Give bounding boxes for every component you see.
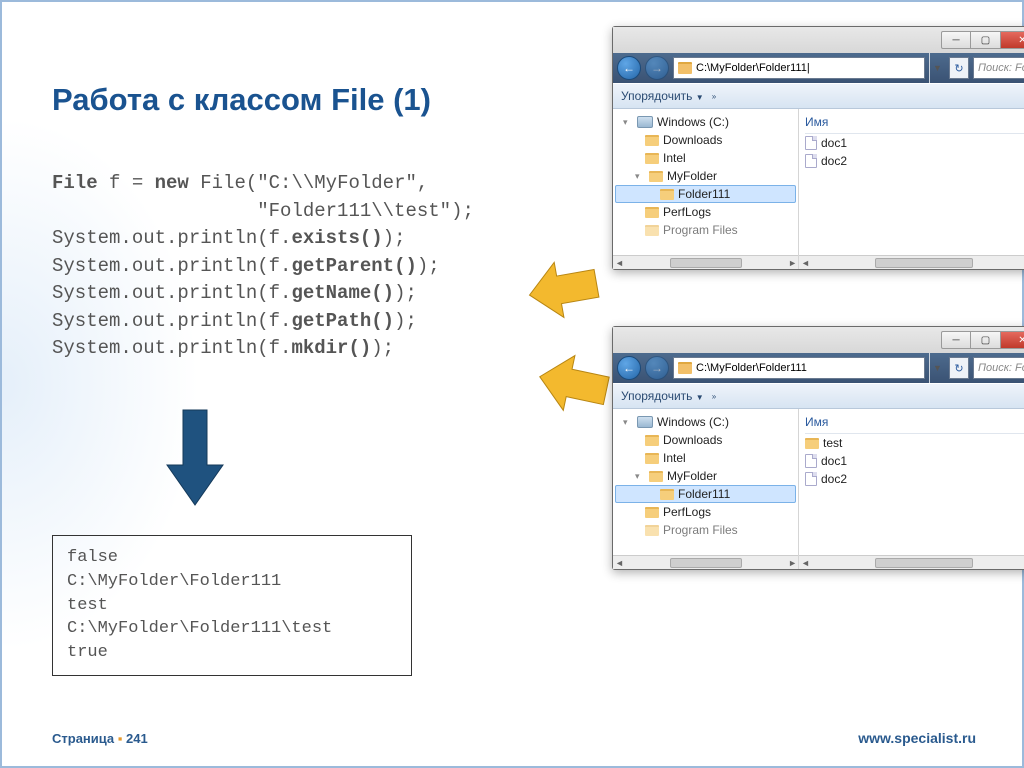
tree-item[interactable]: PerfLogs: [615, 203, 796, 221]
window-titlebar: ─ ▢ ✕: [613, 27, 1024, 53]
tree-item[interactable]: Program Files: [615, 221, 796, 239]
tree-item[interactable]: ▾MyFolder: [615, 467, 796, 485]
folder-icon: [660, 489, 674, 500]
tree-item-selected[interactable]: Folder111: [615, 485, 796, 503]
search-field[interactable]: Поиск: Fo: [973, 357, 1024, 379]
address-dropdown[interactable]: ▼: [929, 53, 945, 83]
address-text: C:\MyFolder\Folder111: [696, 362, 807, 374]
tree-drive[interactable]: ▾Windows (C:): [615, 413, 796, 431]
tree-scrollbar[interactable]: ◄►: [613, 255, 799, 269]
folder-icon: [678, 62, 692, 74]
arrow-left-icon: [525, 255, 603, 323]
file-row[interactable]: doc1: [805, 452, 1024, 470]
folder-tree: ▾Windows (C:) Downloads Intel ▾MyFolder …: [613, 109, 799, 269]
slide-title: Работа с классом File (1): [52, 82, 431, 118]
close-button[interactable]: ✕: [1001, 331, 1024, 349]
folder-icon: [645, 453, 659, 464]
tree-item[interactable]: ▾MyFolder: [615, 167, 796, 185]
refresh-button[interactable]: ↻: [949, 357, 969, 379]
arrow-down-icon: [165, 405, 225, 515]
code-block: File f = new File("C:\\MyFolder", "Folde…: [52, 170, 474, 363]
minimize-button[interactable]: ─: [941, 31, 971, 49]
organize-button[interactable]: Упорядочить ▼: [621, 89, 704, 103]
output-box: false C:\MyFolder\Folder111 test C:\MyFo…: [52, 535, 412, 676]
address-text: C:\MyFolder\Folder111|: [696, 62, 810, 74]
document-icon: [805, 454, 817, 468]
folder-icon: [805, 438, 819, 449]
organize-button[interactable]: Упорядочить ▼: [621, 389, 704, 403]
file-row[interactable]: doc2: [805, 470, 1024, 488]
bullet-icon: ▪: [118, 731, 123, 746]
column-header-name[interactable]: Имя: [805, 413, 1024, 434]
folder-tree: ▾Windows (C:) Downloads Intel ▾MyFolder …: [613, 409, 799, 569]
nav-forward-button[interactable]: →: [645, 56, 669, 80]
address-field[interactable]: C:\MyFolder\Folder111|: [673, 57, 925, 79]
maximize-button[interactable]: ▢: [971, 31, 1001, 49]
folder-icon: [645, 435, 659, 446]
maximize-button[interactable]: ▢: [971, 331, 1001, 349]
address-field[interactable]: C:\MyFolder\Folder111: [673, 357, 925, 379]
footer-url: www.specialist.ru: [858, 730, 976, 746]
code-keyword: File: [52, 172, 98, 194]
panel-scrollbar[interactable]: ◄►: [799, 555, 1024, 569]
folder-icon: [645, 207, 659, 218]
document-icon: [805, 136, 817, 150]
arrow-left-icon: [535, 350, 613, 418]
column-header-name[interactable]: Имя: [805, 113, 1024, 134]
tree-drive[interactable]: ▾Windows (C:): [615, 113, 796, 131]
address-bar: ← → C:\MyFolder\Folder111 ▼ ↻ Поиск: Fo: [613, 353, 1024, 383]
footer-page: Страница ▪ 241: [52, 731, 148, 746]
tree-item[interactable]: Intel: [615, 449, 796, 467]
disk-icon: [637, 416, 653, 428]
tree-scrollbar[interactable]: ◄►: [613, 555, 799, 569]
file-row[interactable]: test: [805, 434, 1024, 452]
file-row[interactable]: doc2: [805, 152, 1024, 170]
refresh-button[interactable]: ↻: [949, 57, 969, 79]
folder-icon: [645, 135, 659, 146]
tree-item[interactable]: Downloads: [615, 431, 796, 449]
explorer-window-after: ─ ▢ ✕ ← → C:\MyFolder\Folder111 ▼ ↻ Поис…: [612, 326, 1024, 570]
tree-item[interactable]: Intel: [615, 149, 796, 167]
address-bar: ← → C:\MyFolder\Folder111| ▼ ↻ Поиск: Fo: [613, 53, 1024, 83]
explorer-toolbar: Упорядочить ▼ »: [613, 383, 1024, 409]
file-row[interactable]: doc1: [805, 134, 1024, 152]
file-panel: Имя test doc1 doc2 ◄►: [799, 409, 1024, 569]
folder-icon: [645, 525, 659, 536]
disk-icon: [637, 116, 653, 128]
file-panel: Имя doc1 doc2 ◄►: [799, 109, 1024, 269]
more-chevron-icon[interactable]: »: [712, 92, 716, 101]
tree-item[interactable]: PerfLogs: [615, 503, 796, 521]
document-icon: [805, 154, 817, 168]
folder-icon: [645, 225, 659, 236]
folder-icon: [649, 171, 663, 182]
tree-item-selected[interactable]: Folder111: [615, 185, 796, 203]
nav-back-button[interactable]: ←: [617, 56, 641, 80]
window-titlebar: ─ ▢ ✕: [613, 327, 1024, 353]
close-button[interactable]: ✕: [1001, 31, 1024, 49]
chevron-down-icon: ▼: [696, 393, 704, 402]
panel-scrollbar[interactable]: ◄►: [799, 255, 1024, 269]
nav-back-button[interactable]: ←: [617, 356, 641, 380]
explorer-body: ▾Windows (C:) Downloads Intel ▾MyFolder …: [613, 109, 1024, 269]
address-dropdown[interactable]: ▼: [929, 353, 945, 383]
folder-icon: [678, 362, 692, 374]
explorer-toolbar: Упорядочить ▼ »: [613, 83, 1024, 109]
folder-icon: [645, 153, 659, 164]
document-icon: [805, 472, 817, 486]
explorer-window-before: ─ ▢ ✕ ← → C:\MyFolder\Folder111| ▼ ↻ Пои…: [612, 26, 1024, 270]
folder-icon: [649, 471, 663, 482]
chevron-down-icon: ▼: [696, 93, 704, 102]
tree-item[interactable]: Downloads: [615, 131, 796, 149]
search-field[interactable]: Поиск: Fo: [973, 57, 1024, 79]
more-chevron-icon[interactable]: »: [712, 392, 716, 401]
nav-forward-button[interactable]: →: [645, 356, 669, 380]
folder-icon: [660, 189, 674, 200]
explorer-body: ▾Windows (C:) Downloads Intel ▾MyFolder …: [613, 409, 1024, 569]
minimize-button[interactable]: ─: [941, 331, 971, 349]
tree-item[interactable]: Program Files: [615, 521, 796, 539]
folder-icon: [645, 507, 659, 518]
